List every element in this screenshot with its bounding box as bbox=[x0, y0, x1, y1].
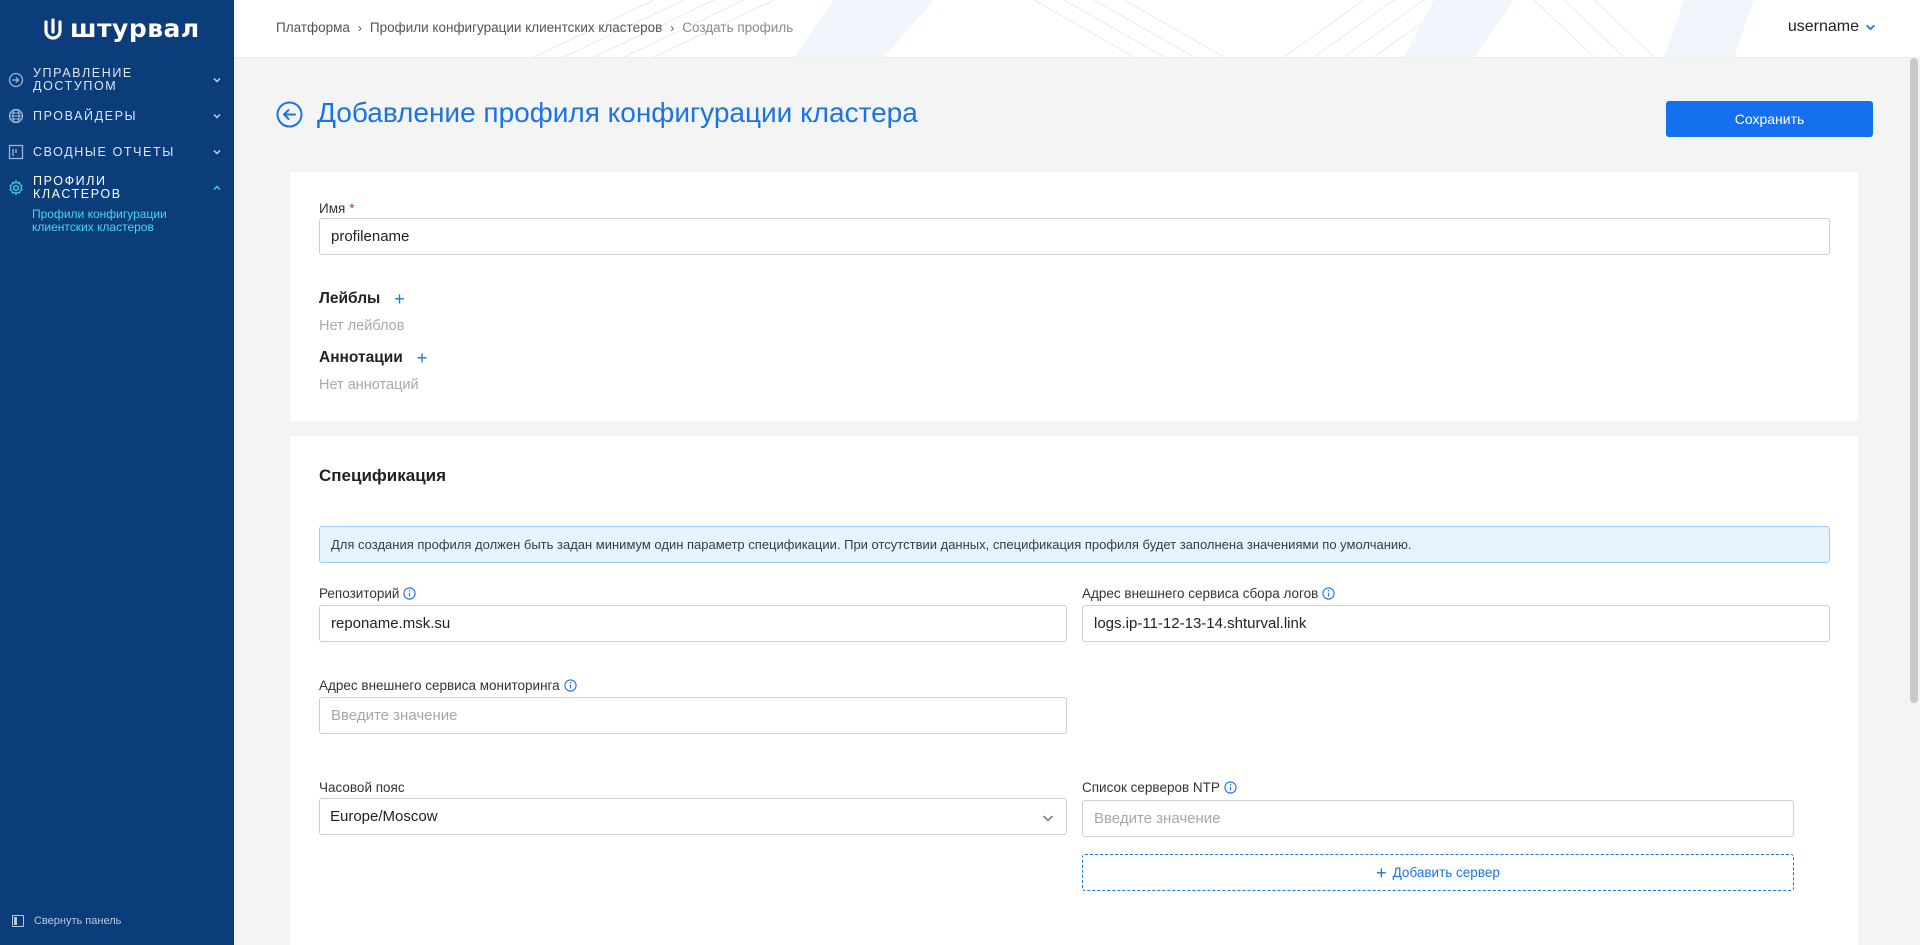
labels-section-header: Лейблы + bbox=[319, 290, 405, 308]
sidebar: штурвал Управление доступом Провайдеры bbox=[0, 0, 234, 945]
sidebar-item-reports[interactable]: Сводные отчеты bbox=[0, 134, 234, 170]
add-label-button[interactable]: + bbox=[394, 290, 405, 308]
monitoring-address-input[interactable] bbox=[319, 697, 1067, 734]
name-input[interactable] bbox=[319, 218, 1830, 255]
general-card: Имя * Лейблы + Нет лейблов Аннотации + Н… bbox=[290, 172, 1858, 421]
sidebar-item-label: Сводные отчеты bbox=[33, 144, 175, 159]
sidebar-item-label: Провайдеры bbox=[33, 108, 138, 123]
info-icon[interactable] bbox=[1224, 781, 1237, 794]
sidebar-collapse-icon bbox=[12, 915, 24, 927]
login-icon bbox=[8, 72, 24, 88]
chevron-down-icon bbox=[1866, 24, 1875, 30]
save-button[interactable]: Сохранить bbox=[1666, 101, 1873, 137]
labels-empty-text: Нет лейблов bbox=[319, 318, 405, 334]
username-label: username bbox=[1787, 18, 1859, 35]
collapse-panel-label: Свернуть панель bbox=[34, 915, 122, 927]
add-annotation-button[interactable]: + bbox=[417, 349, 428, 367]
labels-title: Лейблы bbox=[319, 290, 381, 307]
breadcrumb-separator-icon: › bbox=[670, 20, 675, 35]
plus-icon: + bbox=[1376, 862, 1387, 883]
page-title: Добавление профиля конфигурации кластера bbox=[317, 97, 918, 128]
repository-field-label: Репозиторий bbox=[319, 586, 417, 601]
chevron-down-icon bbox=[213, 78, 221, 83]
breadcrumb-item-profiles[interactable]: Профили конфигурации клиентских кластеро… bbox=[370, 20, 662, 35]
add-server-label: Добавить сервер bbox=[1392, 865, 1500, 880]
logs-label-text: Адрес внешнего сервиса сбора логов bbox=[1082, 586, 1319, 601]
required-marker: * bbox=[349, 201, 355, 216]
repository-label-text: Репозиторий bbox=[319, 586, 400, 601]
logs-field-label: Адрес внешнего сервиса сбора логов bbox=[1082, 586, 1335, 601]
page-scrollbar[interactable] bbox=[1908, 58, 1920, 945]
annotations-section-header: Аннотации + bbox=[319, 349, 427, 367]
timezone-select[interactable]: Europe/Moscow bbox=[319, 798, 1067, 835]
logo-text: штурвал bbox=[70, 14, 200, 43]
timezone-label-text: Часовой пояс bbox=[319, 780, 405, 795]
repository-input[interactable] bbox=[319, 605, 1067, 642]
chevron-down-icon bbox=[1043, 815, 1053, 822]
sidebar-item-providers[interactable]: Провайдеры bbox=[0, 98, 234, 134]
sidebar-item-label: Управление доступом bbox=[33, 66, 133, 93]
add-server-button[interactable]: + Добавить сервер bbox=[1082, 854, 1794, 891]
sidebar-subitem-client-profiles[interactable]: Профили конфигурации клиентских кластеро… bbox=[0, 208, 234, 234]
info-icon[interactable] bbox=[403, 587, 417, 600]
chevron-down-icon bbox=[213, 114, 221, 119]
chevron-down-icon bbox=[213, 150, 221, 155]
monitoring-label-text: Адрес внешнего сервиса мониторинга bbox=[319, 678, 560, 693]
scrollbar-thumb[interactable] bbox=[1910, 58, 1918, 703]
report-icon bbox=[8, 144, 24, 160]
sidebar-item-label: Профили кластеров bbox=[33, 174, 122, 201]
ntp-field-label: Список серверов NTP bbox=[1082, 780, 1237, 795]
timezone-field-label: Часовой пояс bbox=[319, 780, 405, 795]
name-label-text: Имя bbox=[319, 201, 346, 216]
back-arrow-icon[interactable] bbox=[276, 101, 303, 128]
breadcrumb-item-platform[interactable]: Платформа bbox=[276, 20, 350, 35]
info-icon[interactable] bbox=[564, 679, 577, 692]
annotations-title: Аннотации bbox=[319, 349, 403, 366]
ntp-label-text: Список серверов NTP bbox=[1082, 780, 1220, 795]
spec-info-banner: Для создания профиля должен быть задан м… bbox=[319, 526, 1830, 563]
top-header: Платформа › Профили конфигурации клиентс… bbox=[234, 0, 1920, 58]
logo-mark-icon bbox=[44, 17, 62, 40]
breadcrumb-item-current: Создать профиль bbox=[682, 20, 794, 35]
info-icon[interactable] bbox=[1322, 587, 1335, 600]
monitoring-field-label: Адрес внешнего сервиса мониторинга bbox=[319, 678, 577, 693]
ntp-server-input[interactable] bbox=[1082, 800, 1794, 837]
timezone-selected-value: Europe/Moscow bbox=[330, 808, 438, 825]
user-menu[interactable]: username bbox=[1788, 18, 1876, 36]
gear-icon bbox=[9, 180, 23, 196]
breadcrumb-separator-icon: › bbox=[357, 20, 362, 35]
sidebar-item-access[interactable]: Управление доступом bbox=[0, 62, 234, 98]
annotations-empty-text: Нет аннотаций bbox=[319, 377, 419, 393]
logs-address-input[interactable] bbox=[1082, 605, 1830, 642]
sidebar-item-cluster-profiles[interactable]: Профили кластеров bbox=[0, 170, 234, 206]
collapse-panel-button[interactable]: Свернуть панель bbox=[12, 915, 121, 927]
specification-card: Спецификация Для создания профиля должен… bbox=[290, 436, 1858, 945]
name-field-label: Имя * bbox=[319, 201, 355, 216]
breadcrumb: Платформа › Профили конфигурации клиентс… bbox=[276, 20, 793, 35]
sidebar-nav: Управление доступом Провайдеры Сводные о… bbox=[0, 62, 234, 234]
specification-title: Спецификация bbox=[319, 466, 447, 485]
logo[interactable]: штурвал bbox=[42, 14, 200, 43]
globe-icon bbox=[8, 108, 24, 124]
chevron-up-icon bbox=[213, 185, 221, 190]
